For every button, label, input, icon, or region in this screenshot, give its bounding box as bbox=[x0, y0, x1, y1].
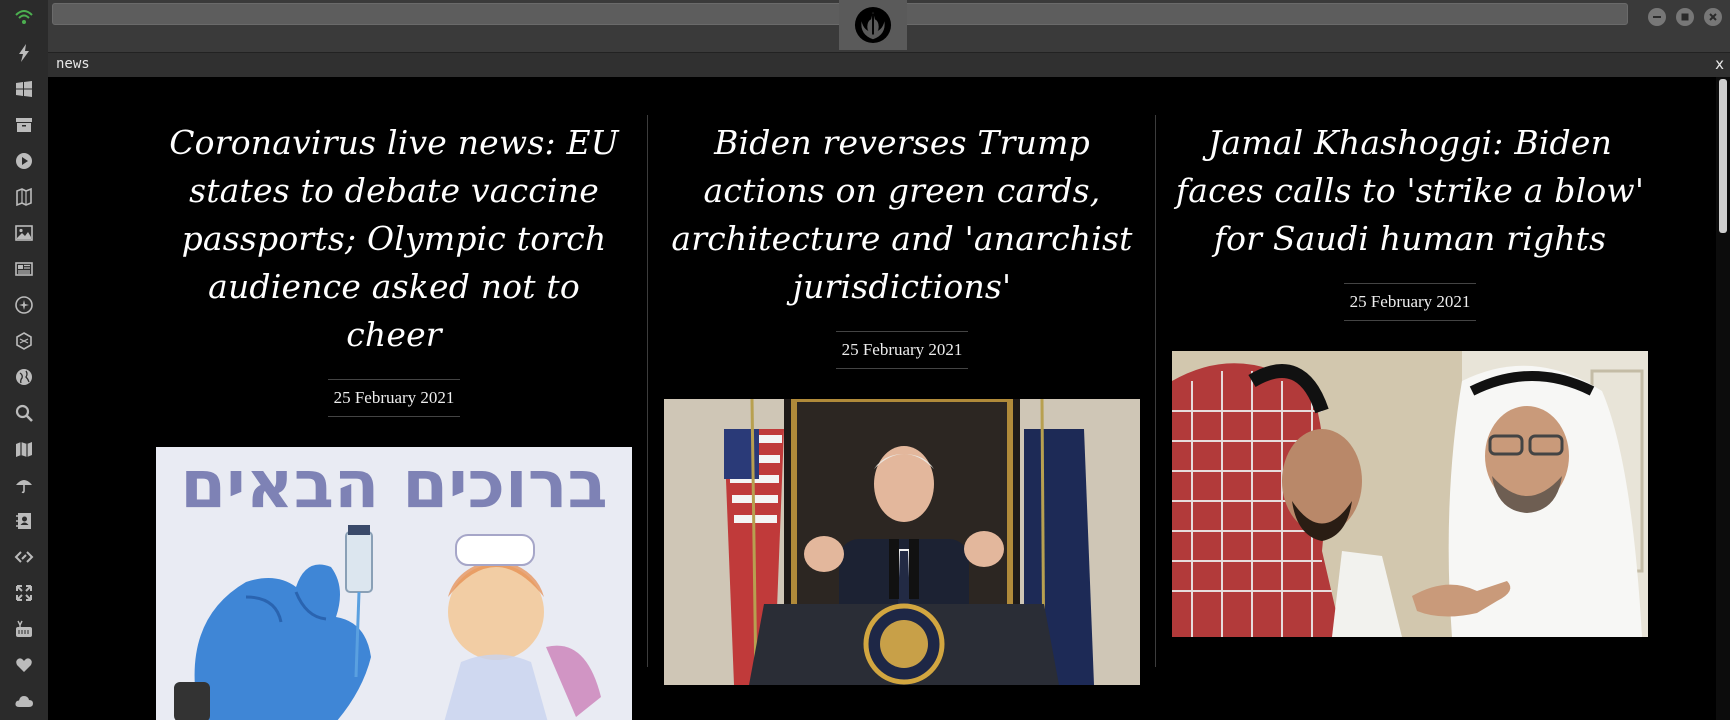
vertical-scrollbar[interactable] bbox=[1716, 77, 1730, 720]
maximize-button[interactable] bbox=[1676, 8, 1694, 26]
column-divider bbox=[647, 115, 648, 667]
article-headline[interactable]: Biden reverses Trump actions on green ca… bbox=[664, 119, 1140, 311]
article-headline[interactable]: Jamal Khashoggi: Biden faces calls to 's… bbox=[1172, 119, 1648, 263]
newspaper-icon[interactable] bbox=[12, 257, 36, 281]
search-icon[interactable] bbox=[12, 401, 36, 425]
contacts-icon[interactable] bbox=[12, 509, 36, 533]
lightning-icon[interactable] bbox=[12, 41, 36, 65]
globe-icon[interactable] bbox=[12, 365, 36, 389]
article-image[interactable] bbox=[664, 399, 1140, 685]
column-divider bbox=[1155, 115, 1156, 667]
panel-close-button[interactable]: x bbox=[1715, 55, 1724, 73]
news-feed: Coronavirus live news: EU states to deba… bbox=[48, 77, 1716, 720]
article-date: 25 February 2021 bbox=[333, 388, 455, 407]
expand-icon[interactable] bbox=[12, 581, 36, 605]
book-map-icon[interactable] bbox=[12, 185, 36, 209]
panel-title: news bbox=[56, 56, 90, 72]
minimize-button[interactable] bbox=[1648, 8, 1666, 26]
date-block: 25 February 2021 bbox=[1344, 283, 1476, 321]
wifi-icon[interactable] bbox=[12, 5, 36, 29]
article-card[interactable]: Coronavirus live news: EU states to deba… bbox=[156, 119, 632, 720]
close-icon bbox=[1709, 13, 1717, 21]
top-bar bbox=[48, 0, 1730, 52]
rebel-alliance-icon bbox=[854, 6, 892, 44]
map-icon[interactable] bbox=[12, 437, 36, 461]
article-date: 25 February 2021 bbox=[841, 340, 963, 359]
code-link-icon[interactable] bbox=[12, 545, 36, 569]
article-card[interactable]: Biden reverses Trump actions on green ca… bbox=[664, 119, 1140, 685]
date-block: 25 February 2021 bbox=[836, 331, 968, 369]
minimize-icon bbox=[1653, 16, 1661, 18]
date-block: 25 February 2021 bbox=[328, 379, 460, 417]
vaccine-sign-text: ברוכים הבאים bbox=[180, 447, 607, 523]
article-card[interactable]: Jamal Khashoggi: Biden faces calls to 's… bbox=[1172, 119, 1648, 637]
rebel-star-icon[interactable] bbox=[12, 293, 36, 317]
app-sidebar bbox=[0, 0, 49, 720]
image-icon[interactable] bbox=[12, 221, 36, 245]
windows-icon[interactable] bbox=[12, 77, 36, 101]
active-tab[interactable] bbox=[839, 0, 907, 50]
archive-icon[interactable] bbox=[12, 113, 36, 137]
hexagon-icon[interactable] bbox=[12, 329, 36, 353]
maximize-icon bbox=[1681, 13, 1689, 21]
article-image[interactable]: ברוכים הבאים bbox=[156, 447, 632, 720]
play-circle-icon[interactable] bbox=[12, 149, 36, 173]
youtube-icon[interactable] bbox=[12, 617, 36, 641]
heart-icon[interactable] bbox=[12, 653, 36, 677]
article-date: 25 February 2021 bbox=[1349, 292, 1471, 311]
close-window-button[interactable] bbox=[1704, 8, 1722, 26]
umbrella-icon[interactable] bbox=[12, 473, 36, 497]
panel-titlebar: news x bbox=[48, 52, 1730, 77]
article-headline[interactable]: Coronavirus live news: EU states to deba… bbox=[156, 119, 632, 359]
cloud-icon[interactable] bbox=[12, 689, 36, 713]
scrollbar-thumb[interactable] bbox=[1719, 79, 1727, 233]
article-image[interactable] bbox=[1172, 351, 1648, 637]
